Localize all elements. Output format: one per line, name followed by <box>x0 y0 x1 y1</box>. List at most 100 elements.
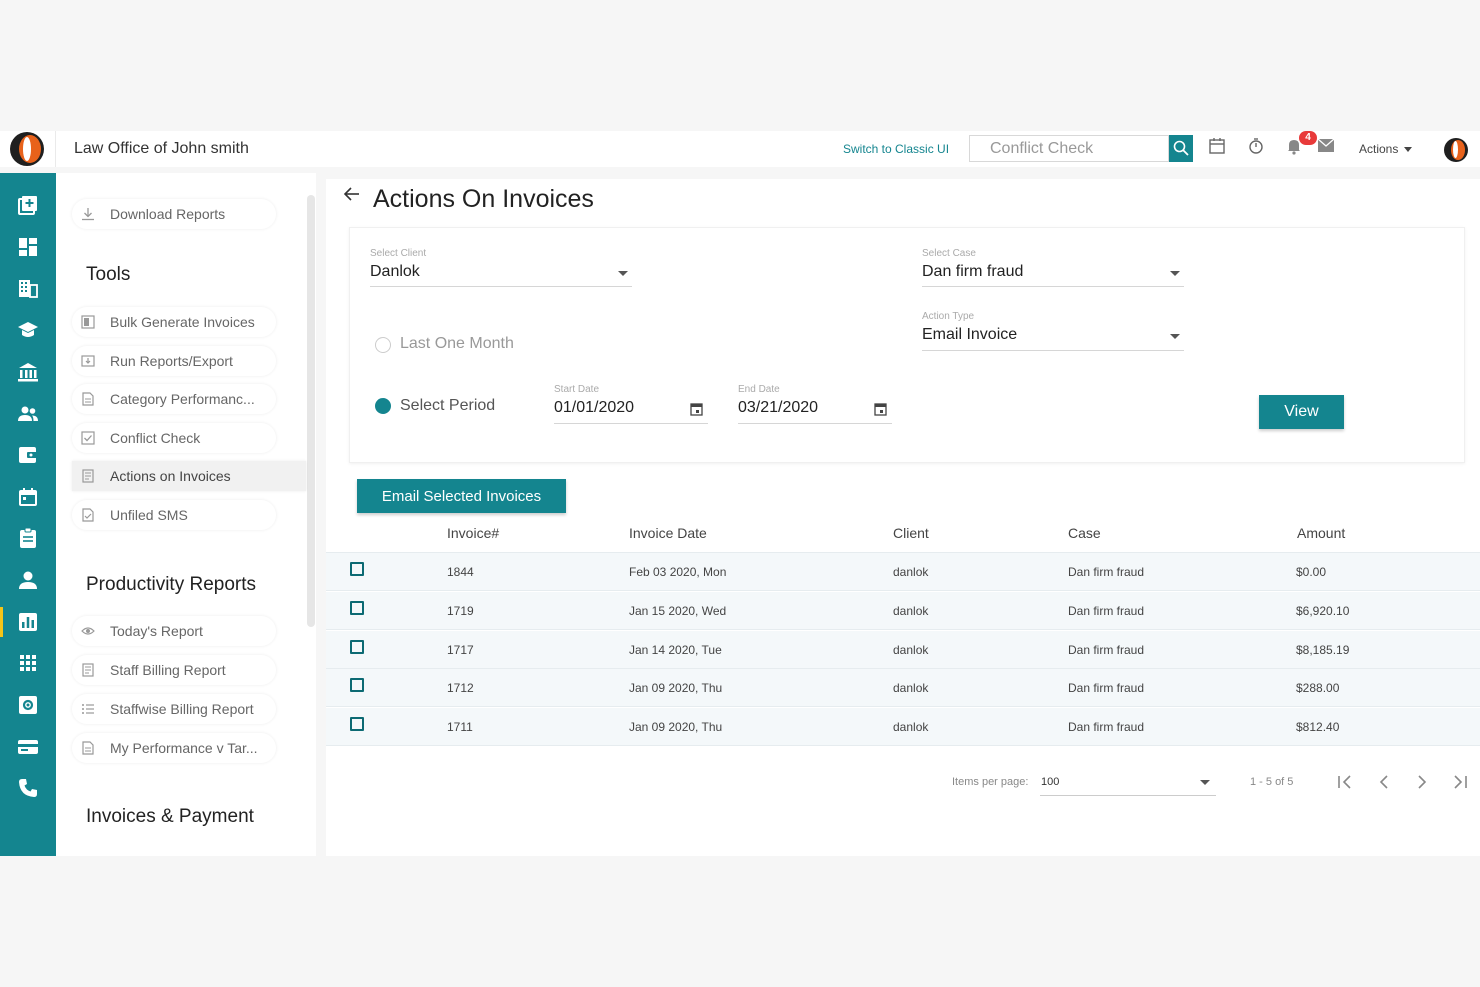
column-header-invoice[interactable]: Invoice# <box>447 525 499 541</box>
tools-item-category-performance[interactable]: Category Performanc... <box>72 384 276 414</box>
graduation-cap-icon[interactable] <box>17 319 39 341</box>
tools-item-label: Unfiled SMS <box>110 507 188 523</box>
conflict-check-search-input[interactable]: Conflict Check <box>969 135 1169 162</box>
productivity-item-staffwise-billing[interactable]: Staffwise Billing Report <box>72 694 276 724</box>
phone-icon[interactable] <box>17 777 39 799</box>
next-page-icon[interactable] <box>1413 773 1431 791</box>
invoice-icon <box>82 663 94 677</box>
add-copy-icon[interactable] <box>17 194 39 216</box>
person-icon[interactable] <box>17 569 39 591</box>
column-header-case[interactable]: Case <box>1068 525 1101 541</box>
table-row[interactable]: 1712 Jan 09 2020, Thu danlok Dan firm fr… <box>326 669 1480 707</box>
timer-icon[interactable] <box>1248 137 1264 155</box>
row-checkbox[interactable] <box>350 717 364 731</box>
download-reports-label: Download Reports <box>110 206 226 222</box>
client-cell: danlok <box>893 643 929 657</box>
last-page-icon[interactable] <box>1451 773 1469 791</box>
bank-icon[interactable] <box>17 361 39 383</box>
settings-box-icon[interactable] <box>17 694 39 716</box>
page-title: Actions On Invoices <box>373 185 594 213</box>
select-case-dropdown[interactable]: Dan firm fraud <box>922 263 1023 281</box>
apps-grid-icon[interactable] <box>17 652 39 674</box>
view-button[interactable]: View <box>1259 395 1344 429</box>
document-icon <box>82 741 94 755</box>
bar-chart-icon[interactable] <box>17 611 39 633</box>
amount-cell: $0.00 <box>1296 565 1327 579</box>
first-page-icon[interactable] <box>1336 773 1354 791</box>
avatar[interactable] <box>1444 138 1468 162</box>
productivity-item-label: Staffwise Billing Report <box>110 701 254 717</box>
wallet-icon[interactable] <box>17 444 39 466</box>
download-icon <box>82 208 94 221</box>
side-panel-scrollbar[interactable] <box>307 195 315 627</box>
calendar-icon[interactable] <box>874 402 887 416</box>
row-checkbox[interactable] <box>350 678 364 692</box>
calendar-icon[interactable] <box>690 402 703 416</box>
tools-item-run-reports[interactable]: Run Reports/Export <box>72 346 276 376</box>
calendar-icon[interactable] <box>17 486 39 508</box>
mail-icon[interactable] <box>1318 139 1334 152</box>
tools-item-unfiled-sms[interactable]: Unfiled SMS <box>72 500 276 530</box>
productivity-item-my-performance[interactable]: My Performance v Tar... <box>72 733 276 763</box>
productivity-item-staff-billing[interactable]: Staff Billing Report <box>72 655 276 685</box>
sms-icon <box>82 508 94 522</box>
previous-page-icon[interactable] <box>1375 773 1393 791</box>
productivity-item-todays-report[interactable]: Today's Report <box>72 616 276 646</box>
switch-classic-ui-link[interactable]: Switch to Classic UI <box>843 142 949 156</box>
building-icon[interactable] <box>17 277 39 299</box>
invoice-date-cell: Feb 03 2020, Mon <box>629 565 727 579</box>
start-date-input[interactable]: 01/01/2020 <box>554 399 634 417</box>
table-row[interactable]: 1711 Jan 09 2020, Thu danlok Dan firm fr… <box>326 708 1480 746</box>
download-reports-item[interactable]: Download Reports <box>72 199 276 229</box>
chevron-down-icon <box>1170 334 1180 339</box>
tools-item-label: Run Reports/Export <box>110 353 233 369</box>
invoice-number-cell: 1712 <box>447 681 474 695</box>
column-header-invoice-date[interactable]: Invoice Date <box>629 525 707 541</box>
action-type-dropdown[interactable]: Email Invoice <box>922 326 1017 344</box>
last-one-month-radio[interactable] <box>375 337 391 353</box>
start-date-label: Start Date <box>554 384 600 395</box>
actions-dropdown[interactable]: Actions <box>1359 142 1413 156</box>
dashboard-icon[interactable] <box>17 236 39 258</box>
tools-item-conflict-check[interactable]: Conflict Check <box>72 423 276 453</box>
row-checkbox[interactable] <box>350 562 364 576</box>
tools-item-actions-on-invoices[interactable]: Actions on Invoices <box>72 461 306 491</box>
amount-cell: $6,920.10 <box>1296 604 1350 618</box>
search-button[interactable] <box>1169 135 1193 162</box>
chevron-down-icon <box>1170 271 1180 276</box>
invoices-payment-section-title: Invoices & Payment <box>86 806 254 827</box>
case-cell: Dan firm fraud <box>1068 681 1145 695</box>
clipboard-icon[interactable] <box>17 527 39 549</box>
table-row[interactable]: 1844 Feb 03 2020, Mon danlok Dan firm fr… <box>326 553 1480 591</box>
case-cell: Dan firm fraud <box>1068 604 1145 618</box>
end-date-input[interactable]: 03/21/2020 <box>738 399 818 417</box>
column-header-client[interactable]: Client <box>893 525 929 541</box>
amount-cell: $812.40 <box>1296 720 1340 734</box>
search-icon <box>1173 140 1189 156</box>
tools-item-label: Category Performanc... <box>110 391 255 407</box>
invoice-number-cell: 1719 <box>447 604 474 618</box>
checkbox-icon <box>81 431 95 445</box>
items-per-page-underline <box>1040 795 1216 796</box>
invoice-date-cell: Jan 09 2020, Thu <box>629 720 723 734</box>
select-period-label: Select Period <box>400 397 496 414</box>
card-icon[interactable] <box>17 736 39 758</box>
table-row[interactable]: 1717 Jan 14 2020, Tue danlok Dan firm fr… <box>326 631 1480 669</box>
tools-item-label: Conflict Check <box>110 430 201 446</box>
row-checkbox[interactable] <box>350 601 364 615</box>
row-checkbox[interactable] <box>350 640 364 654</box>
table-row[interactable]: 1719 Jan 15 2020, Wed danlok Dan firm fr… <box>326 592 1480 630</box>
calendar-icon[interactable] <box>1209 137 1225 155</box>
top-bar: Law Office of John smith Switch to Class… <box>0 131 1480 167</box>
email-selected-invoices-button[interactable]: Email Selected Invoices <box>357 479 566 513</box>
tools-item-bulk-generate[interactable]: Bulk Generate Invoices <box>72 307 276 337</box>
app-logo[interactable] <box>10 132 44 166</box>
select-client-underline <box>370 286 632 287</box>
column-header-amount[interactable]: Amount <box>1297 525 1345 541</box>
items-per-page-select[interactable]: 100 <box>1041 776 1059 788</box>
select-client-dropdown[interactable]: Danlok <box>370 263 420 281</box>
chevron-down-icon <box>618 271 628 276</box>
people-icon[interactable] <box>17 403 39 425</box>
back-arrow-icon[interactable] <box>343 186 361 202</box>
select-period-radio[interactable] <box>375 398 391 414</box>
